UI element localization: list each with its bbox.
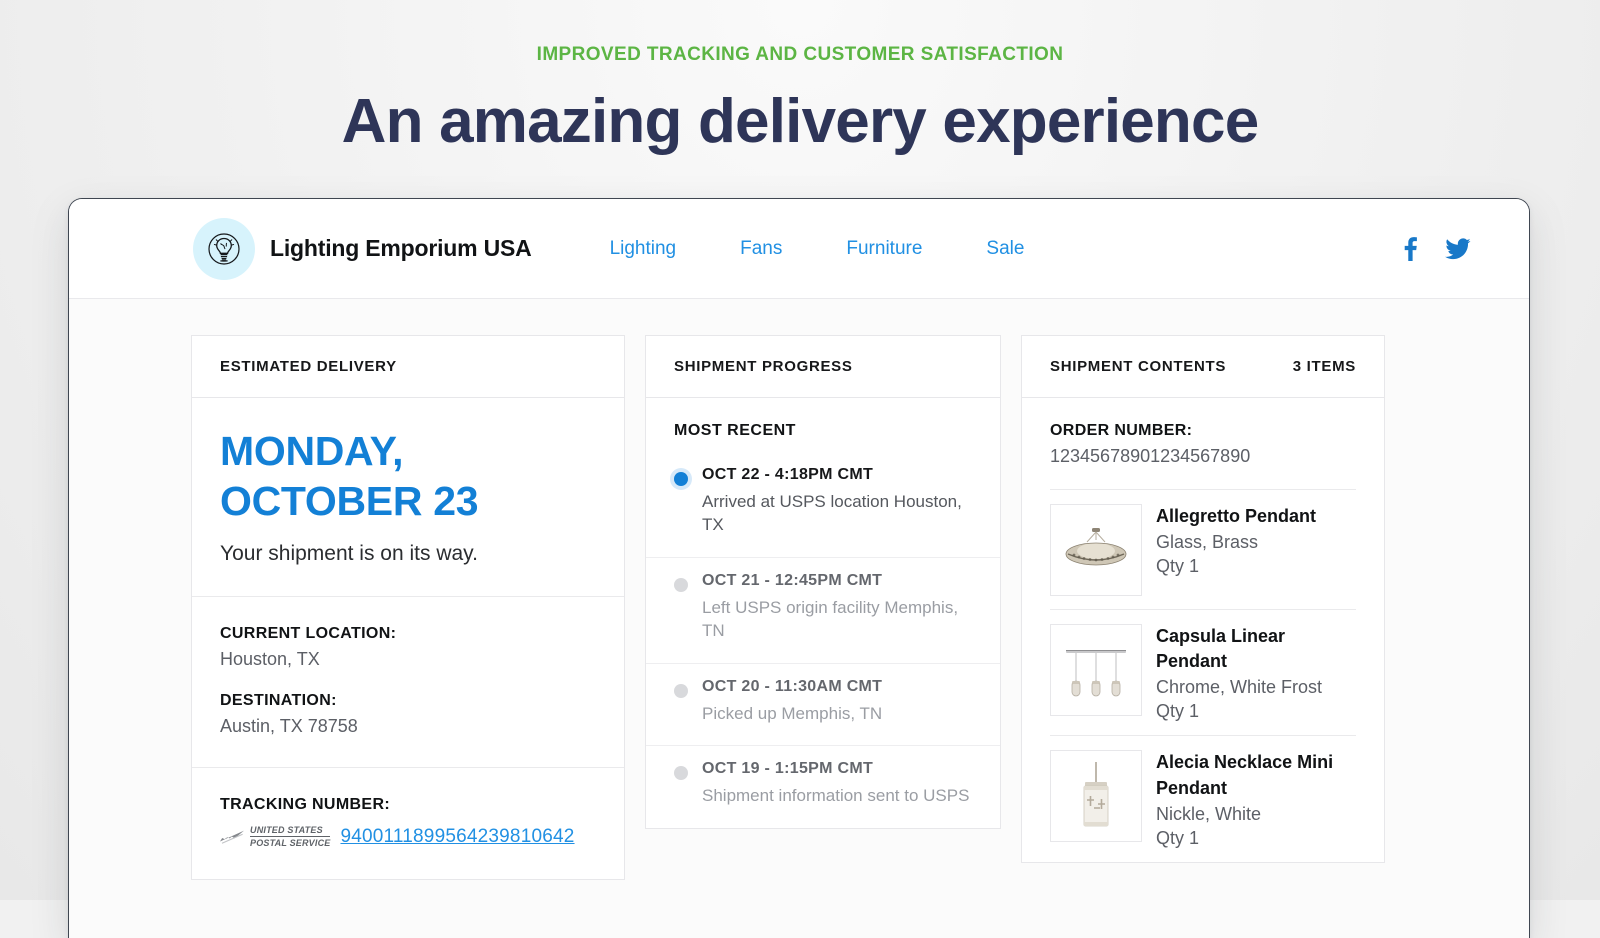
most-recent-label: MOST RECENT — [674, 422, 796, 439]
status-dot-active — [674, 472, 688, 486]
tracking-number-link[interactable]: 9400111899564239810642 — [340, 826, 574, 848]
progress-item-description: Shipment information sent to USPS — [702, 786, 970, 806]
brand-name: Lighting Emporium USA — [270, 235, 532, 261]
product-qty: Qty 1 — [1156, 827, 1200, 848]
tracking-number-row: UNITED STATES POSTAL SERVICE 94001118995… — [220, 826, 596, 849]
usps-logo-icon: UNITED STATES POSTAL SERVICE — [220, 826, 331, 849]
status-dot-past — [674, 766, 688, 781]
product-qty: Qty 1 — [1156, 701, 1200, 722]
progress-item-time: OCT 20 - 11:30AM CMT — [702, 677, 883, 695]
shipment-progress-panel: SHIPMENT PROGRESS MOST RECENT OCT 22 - 4… — [645, 335, 1001, 829]
browser-window-mock: Lighting Emporium USA Lighting Fans Furn… — [68, 198, 1530, 938]
panel-title: ESTIMATED DELIVERY — [220, 358, 397, 375]
tracking-section: TRACKING NUMBER: UNITED STATES POSTAL SE… — [192, 768, 624, 879]
product-name: Alecia Necklace Mini Pendant — [1156, 752, 1334, 798]
product-thumbnail — [1050, 750, 1142, 843]
destination-label: DESTINATION: — [220, 692, 337, 710]
order-number-label: ORDER NUMBER: — [1050, 422, 1193, 439]
panel-header: ESTIMATED DELIVERY — [192, 336, 624, 398]
nav-item-furniture[interactable]: Furniture — [814, 232, 954, 266]
product-thumbnail — [1050, 504, 1142, 596]
estimated-delivery-panel: ESTIMATED DELIVERY MONDAY, OCTOBER 23 Yo… — [191, 335, 625, 880]
eta-date-line1: MONDAY, — [220, 428, 404, 474]
panel-header: SHIPMENT PROGRESS — [646, 336, 1000, 398]
progress-item[interactable]: OCT 19 - 1:15PM CMT Shipment information… — [646, 746, 1000, 827]
progress-item-description: Picked up Memphis, TN — [702, 703, 883, 723]
product-attributes: Chrome, White Frost — [1156, 677, 1323, 698]
usps-line1: UNITED STATES — [250, 826, 331, 838]
status-dot-past — [674, 683, 688, 698]
location-section: CURRENT LOCATION: Houston, TX DESTINATIO… — [192, 597, 624, 769]
nav-item-fans[interactable]: Fans — [708, 232, 814, 266]
eta-date-line2: OCTOBER 23 — [220, 478, 479, 525]
nav-item-sale[interactable]: Sale — [954, 232, 1056, 266]
social-links — [1399, 236, 1471, 261]
tracking-content: ESTIMATED DELIVERY MONDAY, OCTOBER 23 Yo… — [69, 299, 1529, 880]
progress-item-description: Arrived at USPS location Houston, TX — [702, 492, 962, 535]
eta-date: MONDAY, OCTOBER 23 — [220, 426, 596, 526]
panel-header: SHIPMENT CONTENTS 3 ITEMS — [1022, 336, 1384, 398]
status-dot-past — [674, 577, 688, 592]
main-nav: Lighting Fans Furniture Sale — [578, 232, 1057, 266]
shipment-contents-panel: SHIPMENT CONTENTS 3 ITEMS ORDER NUMBER: … — [1021, 335, 1385, 863]
product-attributes: Glass, Brass — [1156, 532, 1259, 553]
product-qty: Qty 1 — [1156, 556, 1200, 577]
lightbulb-icon — [193, 217, 255, 280]
progress-item-time: OCT 22 - 4:18PM CMT — [702, 466, 874, 483]
list-item[interactable]: Alecia Necklace Mini Pendant Nickle, Whi… — [1022, 736, 1384, 862]
nav-item-lighting[interactable]: Lighting — [578, 232, 709, 266]
panel-title: SHIPMENT PROGRESS — [674, 358, 853, 375]
hero-section: IMPROVED TRACKING AND CUSTOMER SATISFACT… — [0, 0, 1600, 155]
progress-item-time: OCT 19 - 1:15PM CMT — [702, 760, 874, 778]
eta-section: MONDAY, OCTOBER 23 Your shipment is on i… — [192, 398, 624, 598]
usps-line2: POSTAL SERVICE — [250, 837, 331, 848]
destination-block: DESTINATION: Austin, TX 78758 — [220, 692, 596, 737]
product-name: Allegretto Pendant — [1156, 506, 1317, 526]
order-number-block: ORDER NUMBER: 12345678901234567890 — [1022, 398, 1384, 489]
product-thumbnail — [1050, 624, 1142, 716]
progress-item[interactable]: OCT 20 - 11:30AM CMT Picked up Memphis, … — [646, 664, 1000, 747]
list-item[interactable]: Allegretto Pendant Glass, Brass Qty 1 — [1022, 490, 1384, 610]
order-number-value: 12345678901234567890 — [1050, 446, 1251, 466]
site-header: Lighting Emporium USA Lighting Fans Furn… — [69, 199, 1529, 299]
tracking-number-label: TRACKING NUMBER: — [220, 796, 391, 814]
list-item[interactable]: Capsula Linear Pendant Chrome, White Fro… — [1022, 610, 1384, 736]
twitter-icon[interactable] — [1445, 237, 1471, 260]
progress-item-description: Left USPS origin facility Memphis, TN — [702, 597, 959, 641]
brand[interactable]: Lighting Emporium USA — [193, 217, 532, 280]
hero-eyebrow: IMPROVED TRACKING AND CUSTOMER SATISFACT… — [536, 44, 1064, 65]
facebook-icon[interactable] — [1399, 236, 1421, 261]
eta-subtitle: Your shipment is on its way. — [220, 542, 478, 566]
progress-item[interactable]: OCT 21 - 12:45PM CMT Left USPS origin fa… — [646, 558, 1000, 664]
page-title: An amazing delivery experience — [341, 86, 1260, 156]
item-count-badge: 3 ITEMS — [1292, 358, 1356, 375]
product-name: Capsula Linear Pendant — [1156, 626, 1286, 672]
current-location-label: CURRENT LOCATION: — [220, 625, 397, 643]
progress-item[interactable]: OCT 22 - 4:18PM CMT Arrived at USPS loca… — [646, 452, 1000, 558]
destination-value: Austin, TX 78758 — [220, 716, 358, 737]
progress-item-time: OCT 21 - 12:45PM CMT — [702, 571, 883, 589]
product-attributes: Nickle, White — [1156, 803, 1262, 824]
current-location-block: CURRENT LOCATION: Houston, TX — [220, 625, 596, 670]
panel-title: SHIPMENT CONTENTS — [1050, 358, 1227, 375]
current-location-value: Houston, TX — [220, 649, 320, 670]
